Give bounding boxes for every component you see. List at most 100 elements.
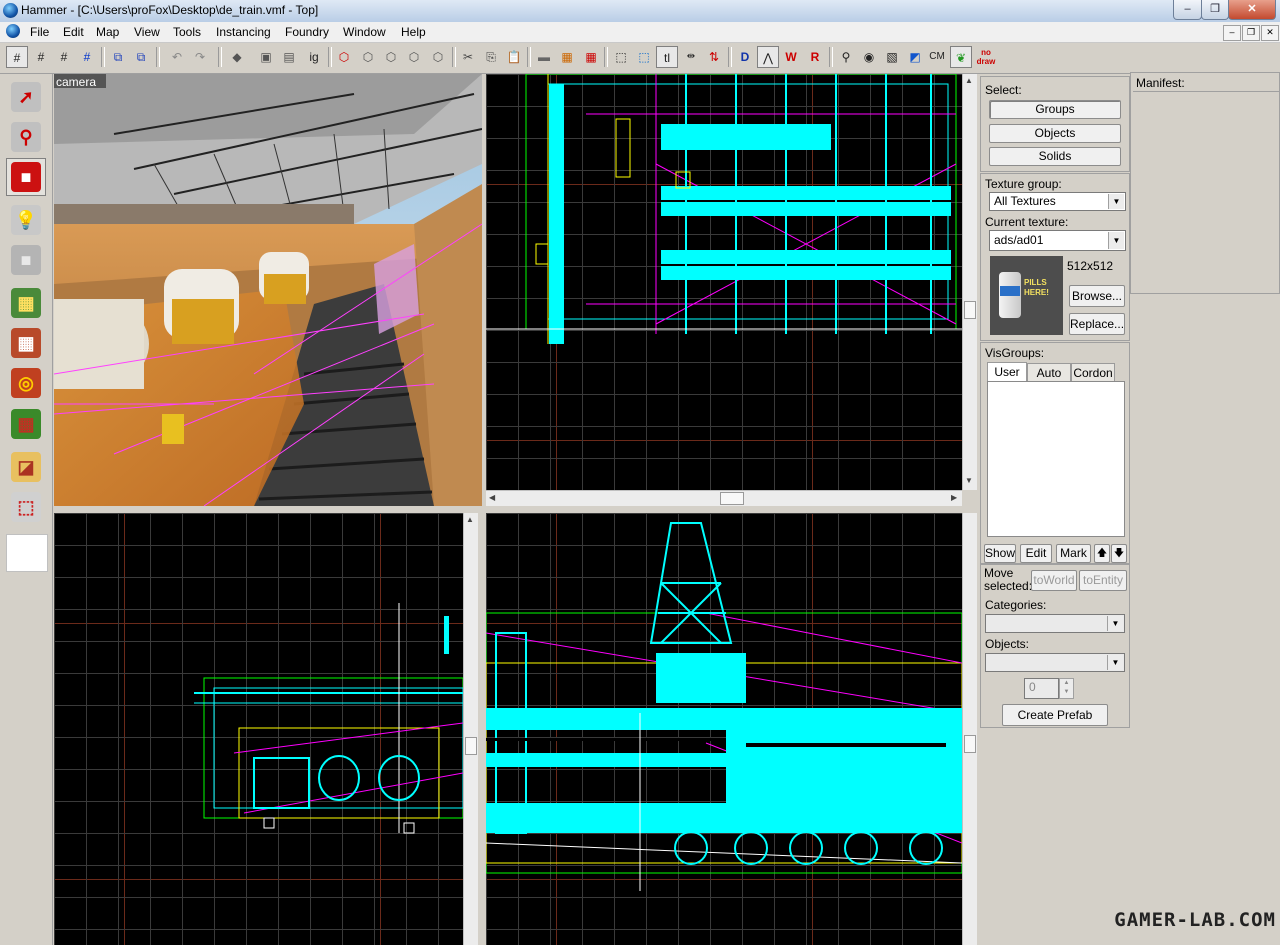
menu-foundry[interactable]: Foundry: [285, 25, 329, 39]
side-viewport[interactable]: [486, 513, 962, 945]
hide-selected-icon[interactable]: ⬡: [333, 46, 355, 68]
hide-unselected-icon[interactable]: ⬡: [357, 46, 379, 68]
scroll-down-icon[interactable]: ▼: [965, 476, 973, 485]
camera-tool[interactable]: ■: [6, 158, 46, 196]
top-viewport-hscroll[interactable]: ◀ ▶: [486, 490, 962, 506]
ungroup-icon[interactable]: ⧉: [130, 46, 152, 68]
scroll-thumb[interactable]: [465, 737, 477, 755]
cordon-box-icon[interactable]: ▬: [533, 46, 555, 68]
scroll-thumb[interactable]: [964, 301, 976, 319]
mdi-restore-button[interactable]: ❐: [1242, 25, 1260, 41]
carve-icon[interactable]: ◆: [226, 46, 248, 68]
selection-tool[interactable]: ➚: [6, 78, 46, 116]
to-world-button[interactable]: toWorld: [1031, 570, 1077, 591]
create-prefab-button[interactable]: Create Prefab: [1002, 704, 1108, 726]
group-icon[interactable]: ⧉: [107, 46, 129, 68]
block-tool[interactable]: ■: [6, 241, 46, 279]
vertex-tool[interactable]: ⬚: [6, 488, 46, 526]
arrow-up-icon[interactable]: 🡅: [1094, 544, 1110, 563]
ignore-groups-button[interactable]: ig: [303, 46, 325, 68]
menu-tools[interactable]: Tools: [173, 25, 201, 39]
paste-icon[interactable]: 📋: [503, 46, 525, 68]
toggle-visgroup-icon[interactable]: ⬡: [403, 46, 425, 68]
show-3d-grid-icon[interactable]: ⋀: [757, 46, 779, 68]
current-texture-dropdown[interactable]: ads/ad01 ▼: [989, 230, 1126, 251]
show-entity-names-icon[interactable]: R: [804, 46, 826, 68]
side-viewport-vscroll[interactable]: [962, 513, 977, 945]
hollow-icon[interactable]: ▣: [255, 46, 277, 68]
top-viewport-vscroll[interactable]: ▲ ▼: [962, 74, 977, 490]
decal-tool[interactable]: ◎: [6, 364, 46, 402]
radius-culling-icon[interactable]: ⚲: [835, 46, 857, 68]
vertical-splitter[interactable]: [482, 74, 486, 945]
undo-icon[interactable]: ↶: [166, 46, 188, 68]
visgroup-mark-button[interactable]: Mark: [1056, 544, 1091, 563]
flip-horizontal-icon[interactable]: ⇹: [680, 46, 702, 68]
select-groups-button[interactable]: Groups: [989, 100, 1121, 119]
scroll-right-icon[interactable]: ▶: [951, 493, 957, 502]
menu-help[interactable]: Help: [401, 25, 426, 39]
tab-auto[interactable]: Auto: [1027, 363, 1071, 381]
document-icon[interactable]: [6, 24, 20, 38]
browse-button[interactable]: Browse...: [1069, 285, 1125, 307]
tab-user[interactable]: User: [987, 362, 1027, 382]
cut-icon[interactable]: ✂: [457, 46, 479, 68]
texture-lock-button[interactable]: tl: [656, 46, 678, 68]
texture-thumbnail[interactable]: PILLS HERE!: [990, 256, 1063, 335]
mdi-minimize-button[interactable]: –: [1223, 25, 1241, 41]
grid-3d-icon[interactable]: #: [76, 46, 98, 68]
texture-application-tool[interactable]: ▦: [6, 284, 46, 322]
visgroup-edit-button[interactable]: Edit: [1020, 544, 1052, 563]
select-by-handle-icon[interactable]: ⬚: [633, 46, 655, 68]
texture-scale-lock-icon[interactable]: ▦: [580, 46, 602, 68]
nodraw-button[interactable]: no draw: [973, 46, 999, 68]
cordon-button[interactable]: CM: [926, 46, 948, 68]
camera-viewport[interactable]: camera: [54, 74, 482, 506]
select-objects-button[interactable]: Objects: [989, 124, 1121, 143]
visgroups-list[interactable]: [987, 381, 1125, 537]
grid-larger-icon[interactable]: #: [53, 46, 75, 68]
arrow-down-icon[interactable]: 🡇: [1111, 544, 1127, 563]
scroll-up-icon[interactable]: ▲: [965, 76, 973, 85]
magnify-tool[interactable]: ⚲: [6, 118, 46, 156]
tie-to-world-icon[interactable]: ⬡: [427, 46, 449, 68]
front-viewport-vscroll[interactable]: ▲: [463, 513, 478, 945]
title-bar[interactable]: Hammer - [C:\Users\proFox\Desktop\de_tra…: [0, 0, 1280, 23]
models-in-2d-icon[interactable]: ◩: [904, 46, 926, 68]
grid-toggle-icon[interactable]: #: [6, 46, 28, 68]
show-all-icon[interactable]: ⬡: [380, 46, 402, 68]
show-helpers-icon[interactable]: W: [780, 46, 802, 68]
to-entity-button[interactable]: toEntity: [1079, 570, 1127, 591]
horizontal-splitter[interactable]: [54, 506, 978, 513]
objects-dropdown[interactable]: ▼: [985, 653, 1125, 672]
flip-vertical-icon[interactable]: ⇅: [703, 46, 725, 68]
3d-shading-icon[interactable]: ▧: [881, 46, 903, 68]
grid-smaller-icon[interactable]: #: [30, 46, 52, 68]
select-solids-button[interactable]: Solids: [989, 147, 1121, 166]
replace-button[interactable]: Replace...: [1069, 313, 1125, 335]
selection-box-icon[interactable]: ⬚: [610, 46, 632, 68]
chevron-down-icon[interactable]: ▼: [1107, 655, 1123, 670]
copy-icon[interactable]: ⎘: [480, 46, 502, 68]
chevron-down-icon[interactable]: ▼: [1107, 616, 1123, 631]
overlay-tool[interactable]: ▦: [6, 405, 46, 443]
hammer-app-icon[interactable]: [3, 3, 18, 18]
scroll-up-icon[interactable]: ▲: [466, 515, 474, 524]
front-viewport[interactable]: [54, 513, 463, 945]
top-viewport[interactable]: [486, 74, 962, 490]
chevron-down-icon[interactable]: ▼: [1108, 232, 1124, 249]
spinner-arrows-icon[interactable]: ▲ ▼: [1059, 678, 1074, 699]
clip-icon[interactable]: ▤: [278, 46, 300, 68]
menu-view[interactable]: View: [134, 25, 160, 39]
minimize-button[interactable]: –: [1173, 0, 1202, 20]
menu-edit[interactable]: Edit: [63, 25, 84, 39]
prefab-count-spinner[interactable]: 0: [1024, 678, 1059, 699]
categories-dropdown[interactable]: ▼: [985, 614, 1125, 633]
maximize-button[interactable]: ❐: [1201, 0, 1229, 20]
texture-lock-icon[interactable]: ▦: [556, 46, 578, 68]
autovisgroup-icon[interactable]: ◉: [858, 46, 880, 68]
scroll-left-icon[interactable]: ◀: [489, 493, 495, 502]
mdi-close-button[interactable]: ✕: [1261, 25, 1279, 41]
texture-group-dropdown[interactable]: All Textures ▼: [989, 192, 1126, 211]
scroll-thumb[interactable]: [964, 735, 976, 753]
